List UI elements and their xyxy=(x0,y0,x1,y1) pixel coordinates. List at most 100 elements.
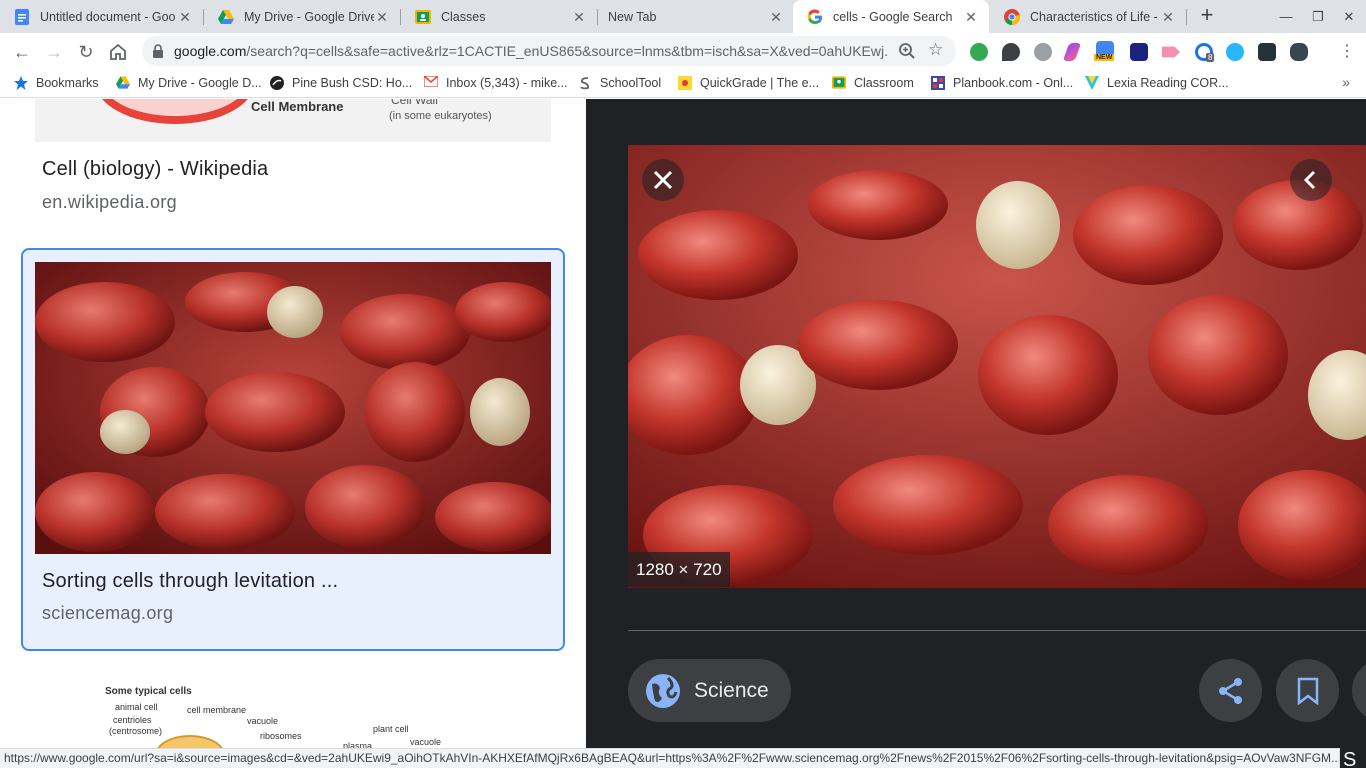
gmail-icon xyxy=(423,75,439,90)
new-tab-plus-icon[interactable]: + xyxy=(1195,4,1219,28)
lexia-icon xyxy=(1085,76,1099,90)
thumb-label-wall-note: (in some eukaryotes) xyxy=(389,110,492,122)
extension-dark-icon[interactable] xyxy=(1258,43,1276,61)
classroom-icon xyxy=(832,76,846,90)
image-preview-panel: 1280 × 720 Science xyxy=(586,99,1366,748)
back-arrow-icon[interactable]: ← xyxy=(8,38,36,66)
image-results-panel: Cell Membrane Cell Wall (in some eukaryo… xyxy=(0,99,586,748)
bookmark-my-drive[interactable]: My Drive - Google D... xyxy=(116,76,262,90)
extension-arrow-icon[interactable] xyxy=(1162,46,1180,58)
planbook-icon xyxy=(931,76,945,90)
bookmark-label: SchoolTool xyxy=(600,76,662,90)
diagram-label: ribosomes xyxy=(260,731,302,741)
address-bar[interactable]: google.com/search?q=cells&safe=active&rl… xyxy=(142,36,956,66)
minimize-icon[interactable]: — xyxy=(1271,0,1301,33)
bookmarks-overflow-icon[interactable]: » xyxy=(1342,74,1350,90)
previous-image-button[interactable] xyxy=(1290,159,1332,201)
result-thumbnail-cell-diagram[interactable]: Cell Membrane Cell Wall (in some eukaryo… xyxy=(35,99,551,142)
bookmarks-bar: Bookmarks My Drive - Google D... Pine Bu… xyxy=(0,70,1366,98)
close-icon[interactable]: ✕ xyxy=(768,9,784,25)
preview-image-red-blood-cells[interactable] xyxy=(628,145,1366,588)
science-category-chip[interactable]: Science xyxy=(628,659,791,722)
extension-compass-icon[interactable] xyxy=(1226,43,1244,61)
bookmark-classroom[interactable]: Classroom xyxy=(832,76,914,90)
extension-keyhole-icon[interactable] xyxy=(1130,43,1148,61)
tab-characteristics-of-life[interactable]: Characteristics of Life - F ✕ xyxy=(990,0,1186,33)
extension-robot-icon[interactable] xyxy=(1290,43,1308,61)
classroom-icon xyxy=(415,9,431,25)
status-bar-url: https://www.google.com/url?sa=i&source=i… xyxy=(0,748,1340,768)
result-site-wikipedia: en.wikipedia.org xyxy=(42,192,177,212)
animal-cell-shape xyxy=(155,735,225,748)
bookmark-schooltool[interactable]: SchoolTool xyxy=(578,76,661,90)
tab-title: Characteristics of Life - F xyxy=(1030,9,1160,24)
forward-arrow-icon[interactable]: → xyxy=(40,38,68,66)
extension-pen-icon[interactable] xyxy=(1062,43,1082,61)
save-bookmark-button[interactable] xyxy=(1276,659,1339,722)
selected-result-card[interactable]: Sorting cells through levitation ... sci… xyxy=(21,248,565,651)
result-title-wikipedia[interactable]: Cell (biology) - Wikipedia xyxy=(42,158,268,181)
diagram-label: cell membrane xyxy=(187,705,247,715)
close-icon xyxy=(653,170,673,190)
result-site-sciencemag: sciencemag.org xyxy=(42,603,174,623)
extension-circle-icon[interactable] xyxy=(1034,43,1052,61)
red-blood-cells-thumbnail[interactable] xyxy=(35,262,551,554)
url-path: /search?q=cells&safe=active&rlz=1CACTIE_… xyxy=(246,43,889,59)
close-icon[interactable]: ✕ xyxy=(177,9,193,25)
tab-title: Classes xyxy=(441,9,486,24)
tab-my-drive[interactable]: My Drive - Google Drive ✕ xyxy=(204,0,400,33)
pine-bush-logo-icon xyxy=(270,76,284,90)
close-icon[interactable]: ✕ xyxy=(374,9,390,25)
bookmark-bookmarks[interactable]: Bookmarks xyxy=(14,76,99,90)
window-close-icon[interactable]: ✕ xyxy=(1334,0,1364,33)
diagram-heading: Some typical cells xyxy=(105,686,192,697)
tab-new-tab[interactable]: New Tab ✕ xyxy=(598,0,794,33)
extension-badge-icon[interactable]: 8 xyxy=(1195,43,1215,62)
bookmark-quickgrade[interactable]: QuickGrade | The e... xyxy=(678,76,819,90)
restore-icon[interactable]: ❐ xyxy=(1303,0,1333,33)
bookmark-label: Planbook.com - Onl... xyxy=(953,76,1074,90)
preview-divider xyxy=(628,630,1366,631)
tab-cells-google-search[interactable]: cells - Google Search ✕ xyxy=(793,0,989,33)
bookmark-icon xyxy=(1297,677,1318,705)
thumb-label-membrane: Cell Membrane xyxy=(251,99,344,114)
reload-icon[interactable]: ↻ xyxy=(72,38,100,66)
tab-untitled-document[interactable]: Untitled document - Goo ✕ xyxy=(0,0,203,33)
bookmark-lexia[interactable]: Lexia Reading COR... xyxy=(1085,76,1229,90)
share-button[interactable] xyxy=(1199,659,1262,722)
extension-plus-icon[interactable] xyxy=(970,43,988,61)
drive-icon xyxy=(218,9,234,25)
bookmark-planbook[interactable]: Planbook.com - Onl... xyxy=(931,76,1073,90)
tab-classes[interactable]: Classes ✕ xyxy=(401,0,597,33)
bookmark-label: QuickGrade | The e... xyxy=(700,76,820,90)
diagram-label: vacuole xyxy=(247,716,279,726)
lock-icon xyxy=(152,44,164,58)
menu-dots-icon[interactable]: ⋮ xyxy=(1333,38,1361,66)
extension-speech-icon[interactable] xyxy=(1002,43,1020,61)
close-icon[interactable]: ✕ xyxy=(1160,9,1176,25)
bookmark-label: Lexia Reading COR... xyxy=(1107,76,1229,90)
extension-new-icon[interactable]: NEW xyxy=(1094,41,1115,61)
close-icon[interactable]: ✕ xyxy=(571,9,587,25)
home-icon[interactable] xyxy=(104,38,132,66)
browser-toolbar: ← → ↻ google.com/search?q=cells&safe=act… xyxy=(0,33,1366,70)
more-options-button[interactable] xyxy=(1352,659,1366,722)
bookmark-inbox[interactable]: Inbox (5,343) - mike... xyxy=(423,75,568,90)
star-icon xyxy=(14,76,28,90)
extension-count-badge: 8 xyxy=(1206,53,1215,62)
tab-title: My Drive - Google Drive xyxy=(244,9,374,24)
bookmark-label: Pine Bush CSD: Ho... xyxy=(292,76,413,90)
bookmark-star-icon[interactable]: ☆ xyxy=(928,40,943,60)
tab-title: Untitled document - Goo xyxy=(40,9,176,24)
bookmark-pine-bush[interactable]: Pine Bush CSD: Ho... xyxy=(270,76,412,90)
close-preview-button[interactable] xyxy=(642,159,684,201)
close-icon[interactable]: ✕ xyxy=(963,9,979,25)
result-title-sciencemag[interactable]: Sorting cells through levitation ... xyxy=(42,570,338,593)
cell-membrane-shape xyxy=(95,99,255,124)
zoom-icon[interactable] xyxy=(898,42,916,60)
diagram-label: centrioles xyxy=(113,715,152,725)
diagram-label: (centrosome) xyxy=(109,726,163,736)
diagram-label: plant cell xyxy=(373,724,409,734)
result-thumbnail-typical-cells[interactable]: Some typical cells animal cell cell memb… xyxy=(35,673,551,748)
url-host: google.com xyxy=(174,43,247,59)
